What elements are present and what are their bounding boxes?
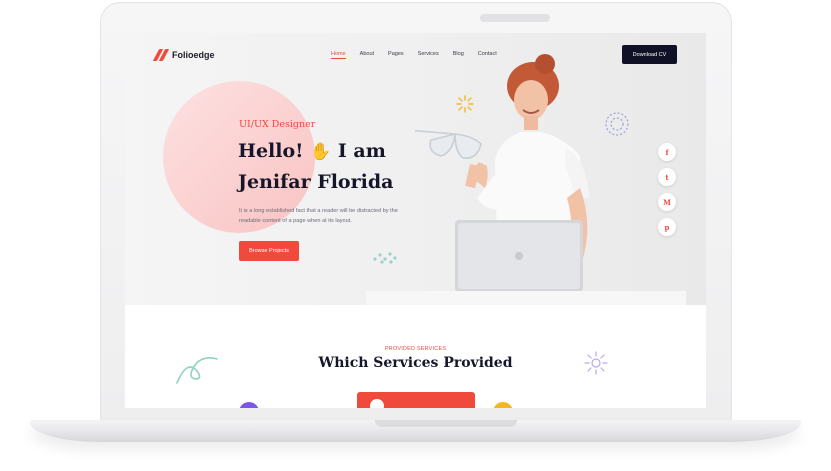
pinterest-icon[interactable]: p — [658, 218, 676, 236]
download-cv-button[interactable]: Download CV — [622, 45, 677, 64]
laptop-base-groove — [375, 420, 517, 427]
nav-link-pages[interactable]: Pages — [388, 51, 404, 59]
nav-link-blog[interactable]: Blog — [453, 51, 464, 59]
nav-link-home[interactable]: Home — [331, 51, 346, 59]
hero-section: Folioedge Home About Pages Services Blog… — [125, 33, 706, 305]
logo-mark-icon — [152, 49, 170, 61]
nav-link-services[interactable]: Services — [418, 51, 439, 59]
social-links: f t M p — [658, 143, 676, 236]
hero-description: It is a long established fact that a rea… — [239, 208, 398, 224]
nav-links: Home About Pages Services Blog Contact — [331, 51, 511, 59]
service-icon-yellow — [493, 402, 513, 408]
services-title: Which Services Provided — [318, 355, 513, 371]
camera-notch — [480, 14, 550, 22]
service-card-featured[interactable] — [357, 392, 475, 408]
twitter-icon[interactable]: t — [658, 168, 676, 186]
hand-wave-icon: ✋ — [310, 142, 332, 162]
burst-decoration — [456, 95, 474, 113]
laptop-base — [30, 420, 801, 442]
nav-link-contact[interactable]: Contact — [478, 51, 497, 59]
hero-greeting-suffix: I am — [337, 140, 386, 162]
nav-link-about[interactable]: About — [360, 51, 374, 59]
services-eyebrow: PROVIDED SERVICES — [384, 346, 447, 352]
service-card-icon — [370, 399, 384, 408]
hero-name: Jenifar Florida — [238, 171, 394, 193]
navbar: Folioedge Home About Pages Services Blog… — [125, 33, 706, 77]
medium-icon[interactable]: M — [658, 193, 676, 211]
service-icon-purple — [239, 402, 259, 408]
website-screen: Folioedge Home About Pages Services Blog… — [125, 33, 706, 408]
hero-title: Hello! ✋ I am Jenifar Florida — [238, 136, 393, 197]
dots-decoration — [373, 252, 397, 264]
logo[interactable]: Folioedge — [152, 49, 215, 61]
facebook-icon[interactable]: f — [658, 143, 676, 161]
person-illustration — [415, 54, 590, 305]
hero-eyebrow: UI/UX Designer — [239, 119, 316, 130]
swirl-decoration — [605, 112, 629, 136]
desk-surface — [366, 291, 686, 305]
browse-projects-button[interactable]: Browse Projects — [239, 241, 299, 261]
hero-greeting: Hello! — [238, 140, 304, 162]
logo-text: Folioedge — [172, 49, 215, 60]
